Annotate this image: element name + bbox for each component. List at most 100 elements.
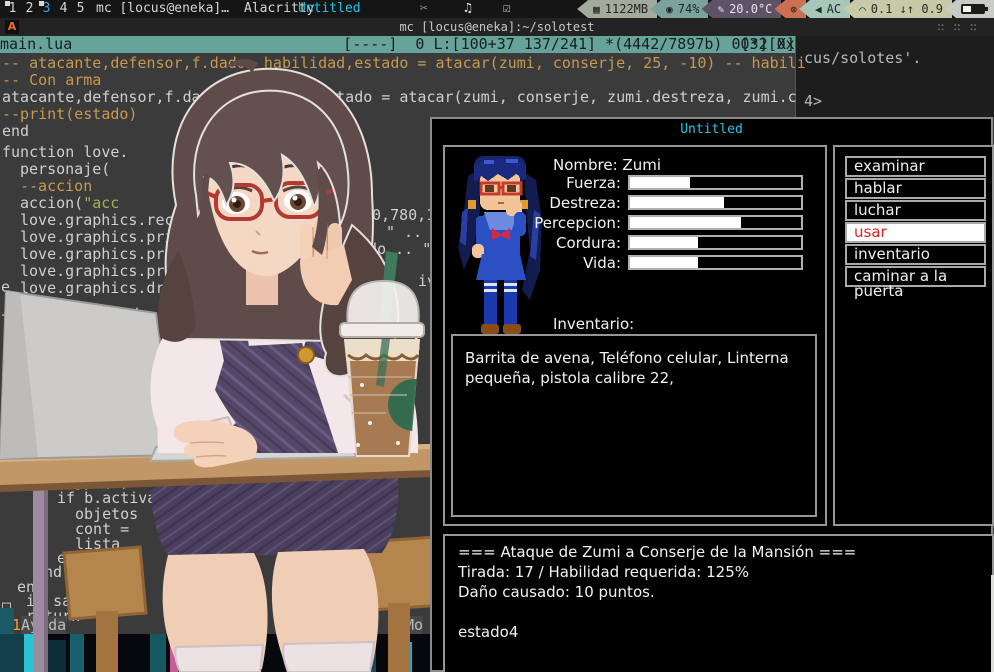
minimize-icon[interactable]: ∷ xyxy=(937,20,953,34)
memory-icon: ▦ xyxy=(593,3,600,16)
stat-label: Vida: xyxy=(445,254,621,272)
workspace-tag-2[interactable]: 2 xyxy=(21,0,38,18)
menu-item-usar[interactable]: usar xyxy=(845,222,986,243)
pixel-art-decor xyxy=(400,642,412,672)
log-line: estado4 xyxy=(458,622,978,642)
stat-bar xyxy=(628,235,803,250)
battery-nub xyxy=(985,7,988,11)
menu-item-inventario[interactable]: inventario xyxy=(845,244,986,265)
inventory-box: Barrita de avena, Teléfono celular, Lint… xyxy=(451,334,817,517)
workspace-tag-3[interactable]: 3 xyxy=(38,0,55,18)
workspace-tag-4[interactable]: 4 xyxy=(55,0,72,18)
cpu-icon: ◉ xyxy=(666,3,673,16)
desktop-screen: cus/solotes'.4> -- atacante,defensor,f.d… xyxy=(0,0,994,672)
network-value: 0.1 ↓↑ 0.9 xyxy=(871,2,943,16)
maximize-icon[interactable]: ∷ xyxy=(954,20,970,34)
network-icon: ⌒ xyxy=(859,3,866,16)
stat-bar xyxy=(628,175,803,190)
status-segments: ▦ 1122MB ◉ 74% ✎ 20.0°C ⊗ ◀ AC ⌒ 0.1 ↓↑ 0.9 xyxy=(584,0,994,18)
stat-row-Fuerza: Fuerza: xyxy=(445,174,825,192)
fkey-Mo[interactable]: 6Mo xyxy=(396,617,423,634)
tag-occupied-indicator xyxy=(5,1,10,6)
fkey-number: 6 xyxy=(396,616,405,634)
tray-check-icon[interactable]: ☑ xyxy=(503,0,511,18)
editor-statusline-right[interactable]: [*][X] xyxy=(741,36,795,53)
stat-bar-fill xyxy=(630,257,698,268)
log-line: Tirada: 17 / Habilidad requerida: 125% xyxy=(458,562,978,582)
pixel-art-decor xyxy=(70,634,84,672)
stat-row-Percepcion: Percepcion: xyxy=(445,214,825,232)
volume-icon: ◀ xyxy=(815,3,822,16)
right-pane-line: cus/solotes'. xyxy=(804,50,921,67)
alacritty-icon: A xyxy=(5,20,19,34)
tag-occupied-indicator xyxy=(39,1,44,6)
fkey-label: Mo xyxy=(405,616,423,634)
temperature-icon: ✎ xyxy=(717,3,724,16)
pixel-art-decor xyxy=(300,634,318,672)
stat-row-Vida: Vida: xyxy=(445,254,825,272)
workspace-label: 5 xyxy=(77,1,85,16)
workspace-tag-5[interactable]: 5 xyxy=(72,0,89,18)
combat-log-panel: === Ataque de Zumi a Conserje de la Mans… xyxy=(443,534,994,672)
log-line xyxy=(458,602,978,622)
menu-item-examinar[interactable]: examinar xyxy=(845,156,986,177)
right-pane-line: 4> xyxy=(804,93,822,110)
stat-bar xyxy=(628,195,803,210)
status-memory: ▦ 1122MB xyxy=(577,0,657,18)
status-bar: 12345 mc [locus@eneka]… Alacritty Untitl… xyxy=(0,0,994,18)
menu-item-hablar[interactable]: hablar xyxy=(845,178,986,199)
pixel-art-decor xyxy=(0,608,14,634)
stat-bar xyxy=(628,215,803,230)
combat-log: === Ataque de Zumi a Conserje de la Mans… xyxy=(458,542,978,642)
bar-window-title-mc[interactable]: mc [locus@eneka]… xyxy=(96,0,229,18)
pixel-art-decor xyxy=(360,634,376,672)
action-menu: examinarhablarlucharusarinventariocamina… xyxy=(845,156,986,288)
workspace-tags: 12345 xyxy=(4,0,89,18)
cpu-value: 74% xyxy=(678,2,700,16)
pixel-art-decor xyxy=(40,640,66,672)
close-icon[interactable]: ∷ xyxy=(970,20,986,34)
battery-charge-level xyxy=(963,6,971,12)
scissors-icon[interactable]: ✂ xyxy=(420,0,428,18)
fkey-Ayuda[interactable]: 1Ayuda xyxy=(12,617,66,634)
workspace-tag-1[interactable]: 1 xyxy=(4,0,21,18)
menu-item-caminar-a-la-puerta[interactable]: caminar a la puerta xyxy=(845,266,986,287)
inventory-text: Barrita de avena, Teléfono celular, Lint… xyxy=(465,348,795,388)
stat-bar-fill xyxy=(630,237,698,248)
game-window-title: Untitled xyxy=(432,120,991,140)
menu-item-luchar[interactable]: luchar xyxy=(845,200,986,221)
pixel-art-decor xyxy=(0,634,24,672)
status-volume: ◀ AC xyxy=(799,0,850,18)
status-cpu: ◉ 74% xyxy=(650,0,708,18)
stat-row-Cordura: Cordura: xyxy=(445,234,825,252)
log-line: === Ataque de Zumi a Conserje de la Mans… xyxy=(458,542,978,562)
stat-bar xyxy=(628,255,803,270)
volume-value: AC xyxy=(827,2,841,16)
stat-bar-fill xyxy=(630,177,690,188)
music-note-icon[interactable]: ♫ xyxy=(464,0,472,18)
function-key-bar: 1Ayuda 6Mo xyxy=(0,617,430,634)
redshift-icon: ⊗ xyxy=(790,3,797,16)
stat-bar-fill xyxy=(630,197,724,208)
status-battery xyxy=(945,0,994,18)
stat-row-Destreza: Destreza: xyxy=(445,194,825,212)
action-menu-panel: examinarhablarlucharusarinventariocamina… xyxy=(833,145,994,526)
fkey-label: Ayuda xyxy=(21,616,66,634)
terminal-titlebar[interactable]: A mc [locus@eneka]:~/solotest ∷∷∷ xyxy=(0,18,994,36)
battery-icon xyxy=(961,4,985,14)
inventory-label: Inventario: xyxy=(553,315,634,333)
temperature-value: 20.0°C xyxy=(729,2,772,16)
window-controls[interactable]: ∷∷∷ xyxy=(937,18,986,36)
terminal-right-pane[interactable]: cus/solotes'. 4> xyxy=(795,36,994,117)
stat-label: Cordura: xyxy=(445,234,621,252)
workspace-label: 2 xyxy=(26,1,34,16)
character-name: Nombre: Zumi xyxy=(553,156,661,174)
stat-label: Percepcion: xyxy=(445,214,621,232)
workspace-label: 4 xyxy=(60,1,68,16)
wallpaper-strip xyxy=(0,634,430,672)
pixel-art-decor xyxy=(205,634,219,672)
pixel-art-decor xyxy=(24,634,36,672)
memory-value: 1122MB xyxy=(605,2,648,16)
character-panel: Nombre: Zumi Fuerza: Destreza: Percepcion:… xyxy=(443,145,827,526)
stat-label: Destreza: xyxy=(445,194,621,212)
